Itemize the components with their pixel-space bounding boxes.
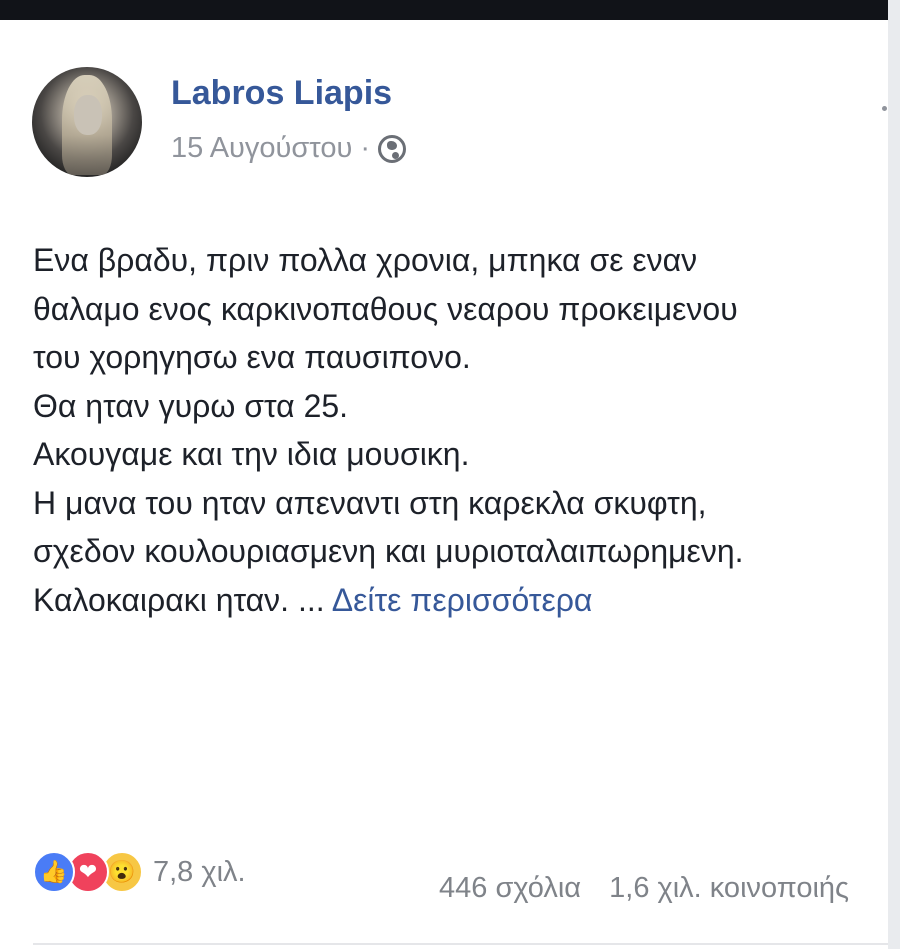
post-meta: 15 Αυγούστου · — [171, 132, 407, 165]
post-text-line: Καλοκαιρακι ηταν. ... — [33, 581, 325, 618]
more-options-icon[interactable] — [882, 106, 887, 111]
divider — [33, 943, 888, 945]
post-text-last-line: Καλοκαιρακι ηταν. ... Δείτε περισσότερα — [33, 576, 893, 625]
post-text-line: του χορηγησω ενα παυσιπονο. — [33, 339, 471, 375]
post-text-line: Ενα βραδυ, πριν πολλα χρονια, μπηκα σε ε… — [33, 242, 698, 278]
post-card: Labros Liapis 15 Αυγούστου · Ενα βραδυ, … — [0, 20, 888, 949]
author-name[interactable]: Labros Liapis — [171, 74, 392, 113]
post-text-line: Ακουγαμε και την ιδια μουσικη. — [33, 436, 470, 472]
post-text-line: θαλαμο ενος καρκινοπαθους νεαρου προκειμ… — [33, 290, 738, 327]
shares-count[interactable]: 1,6 χιλ. κοινοποιής — [609, 872, 849, 904]
post-text: Ενα βραδυ, πριν πολλα χρονια, μπηκα σε ε… — [33, 236, 893, 624]
reactions-count[interactable]: 7,8 χιλ. — [153, 856, 246, 889]
top-bar — [0, 0, 888, 20]
globe-icon[interactable] — [378, 134, 407, 163]
avatar-face — [74, 95, 102, 135]
avatar[interactable] — [32, 67, 142, 177]
post-text-line: Η μανα του ηταν απεναντι στη καρεκλα σκυ… — [33, 484, 707, 521]
comments-count[interactable]: 446 σχόλια — [439, 872, 581, 904]
engagement-stats: 446 σχόλια 1,6 χιλ. κοινοποιής — [439, 872, 849, 905]
meta-separator: · — [360, 132, 371, 164]
post-text-line: Θα ηταν γυρω στα 25. — [33, 387, 349, 424]
like-icon: 👍 — [33, 851, 75, 893]
post-text-line: σχεδον κουλουριασμενη και μυριοταλαιπωρη… — [33, 533, 744, 569]
reactions-summary[interactable]: 👍 ❤ 😮 7,8 χιλ. — [33, 850, 246, 894]
post-date[interactable]: 15 Αυγούστου — [171, 132, 352, 165]
see-more-link[interactable]: Δείτε περισσότερα — [332, 582, 593, 618]
